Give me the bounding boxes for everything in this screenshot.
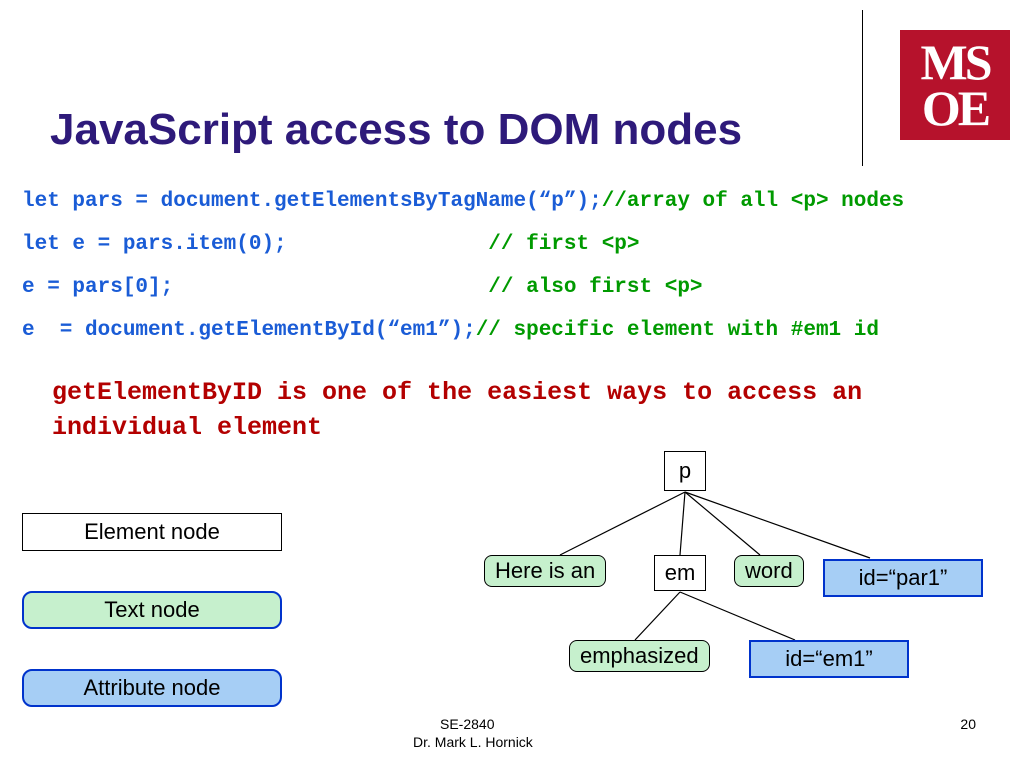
code-l4b: // specific element with #em1 id: [476, 319, 879, 342]
code-l1b: //array of all <p> nodes: [602, 190, 904, 213]
legend-attribute-node: Attribute node: [22, 669, 282, 707]
msoe-logo: MS OE: [900, 30, 1010, 140]
footer-author: Dr. Mark L. Hornick: [413, 734, 533, 750]
logo-line1: MS: [921, 39, 990, 85]
code-l3a: e = pars[0];: [22, 276, 173, 299]
footer-course: SE-2840: [440, 716, 494, 732]
tree-node-idem1: id=“em1”: [749, 640, 909, 678]
code-l2b: // first <p>: [287, 233, 640, 256]
code-l1a: let pars = document.getElementsByTagName…: [22, 190, 602, 213]
slide-title: JavaScript access to DOM nodes: [50, 105, 742, 155]
tree-node-idpar1: id=“par1”: [823, 559, 983, 597]
tree-node-em: em: [654, 555, 706, 591]
tree-node-here: Here is an: [484, 555, 606, 587]
code-l3b: // also first <p>: [173, 276, 702, 299]
code-l2a: let e = pars.item(0);: [22, 233, 287, 256]
tree-node-emphasized: emphasized: [569, 640, 710, 672]
legend-text-node: Text node: [22, 591, 282, 629]
callout-note: getElementByID is one of the easiest way…: [52, 375, 872, 445]
tree-node-word: word: [734, 555, 804, 587]
legend-element-node: Element node: [22, 513, 282, 551]
logo-line2: OE: [922, 85, 988, 131]
slide-number: 20: [960, 716, 976, 732]
tree-node-p: p: [664, 451, 706, 491]
header-divider: [862, 10, 863, 166]
code-block: let pars = document.getElementsByTagName…: [22, 180, 904, 352]
code-l4a: e = document.getElementById(“em1”);: [22, 319, 476, 342]
